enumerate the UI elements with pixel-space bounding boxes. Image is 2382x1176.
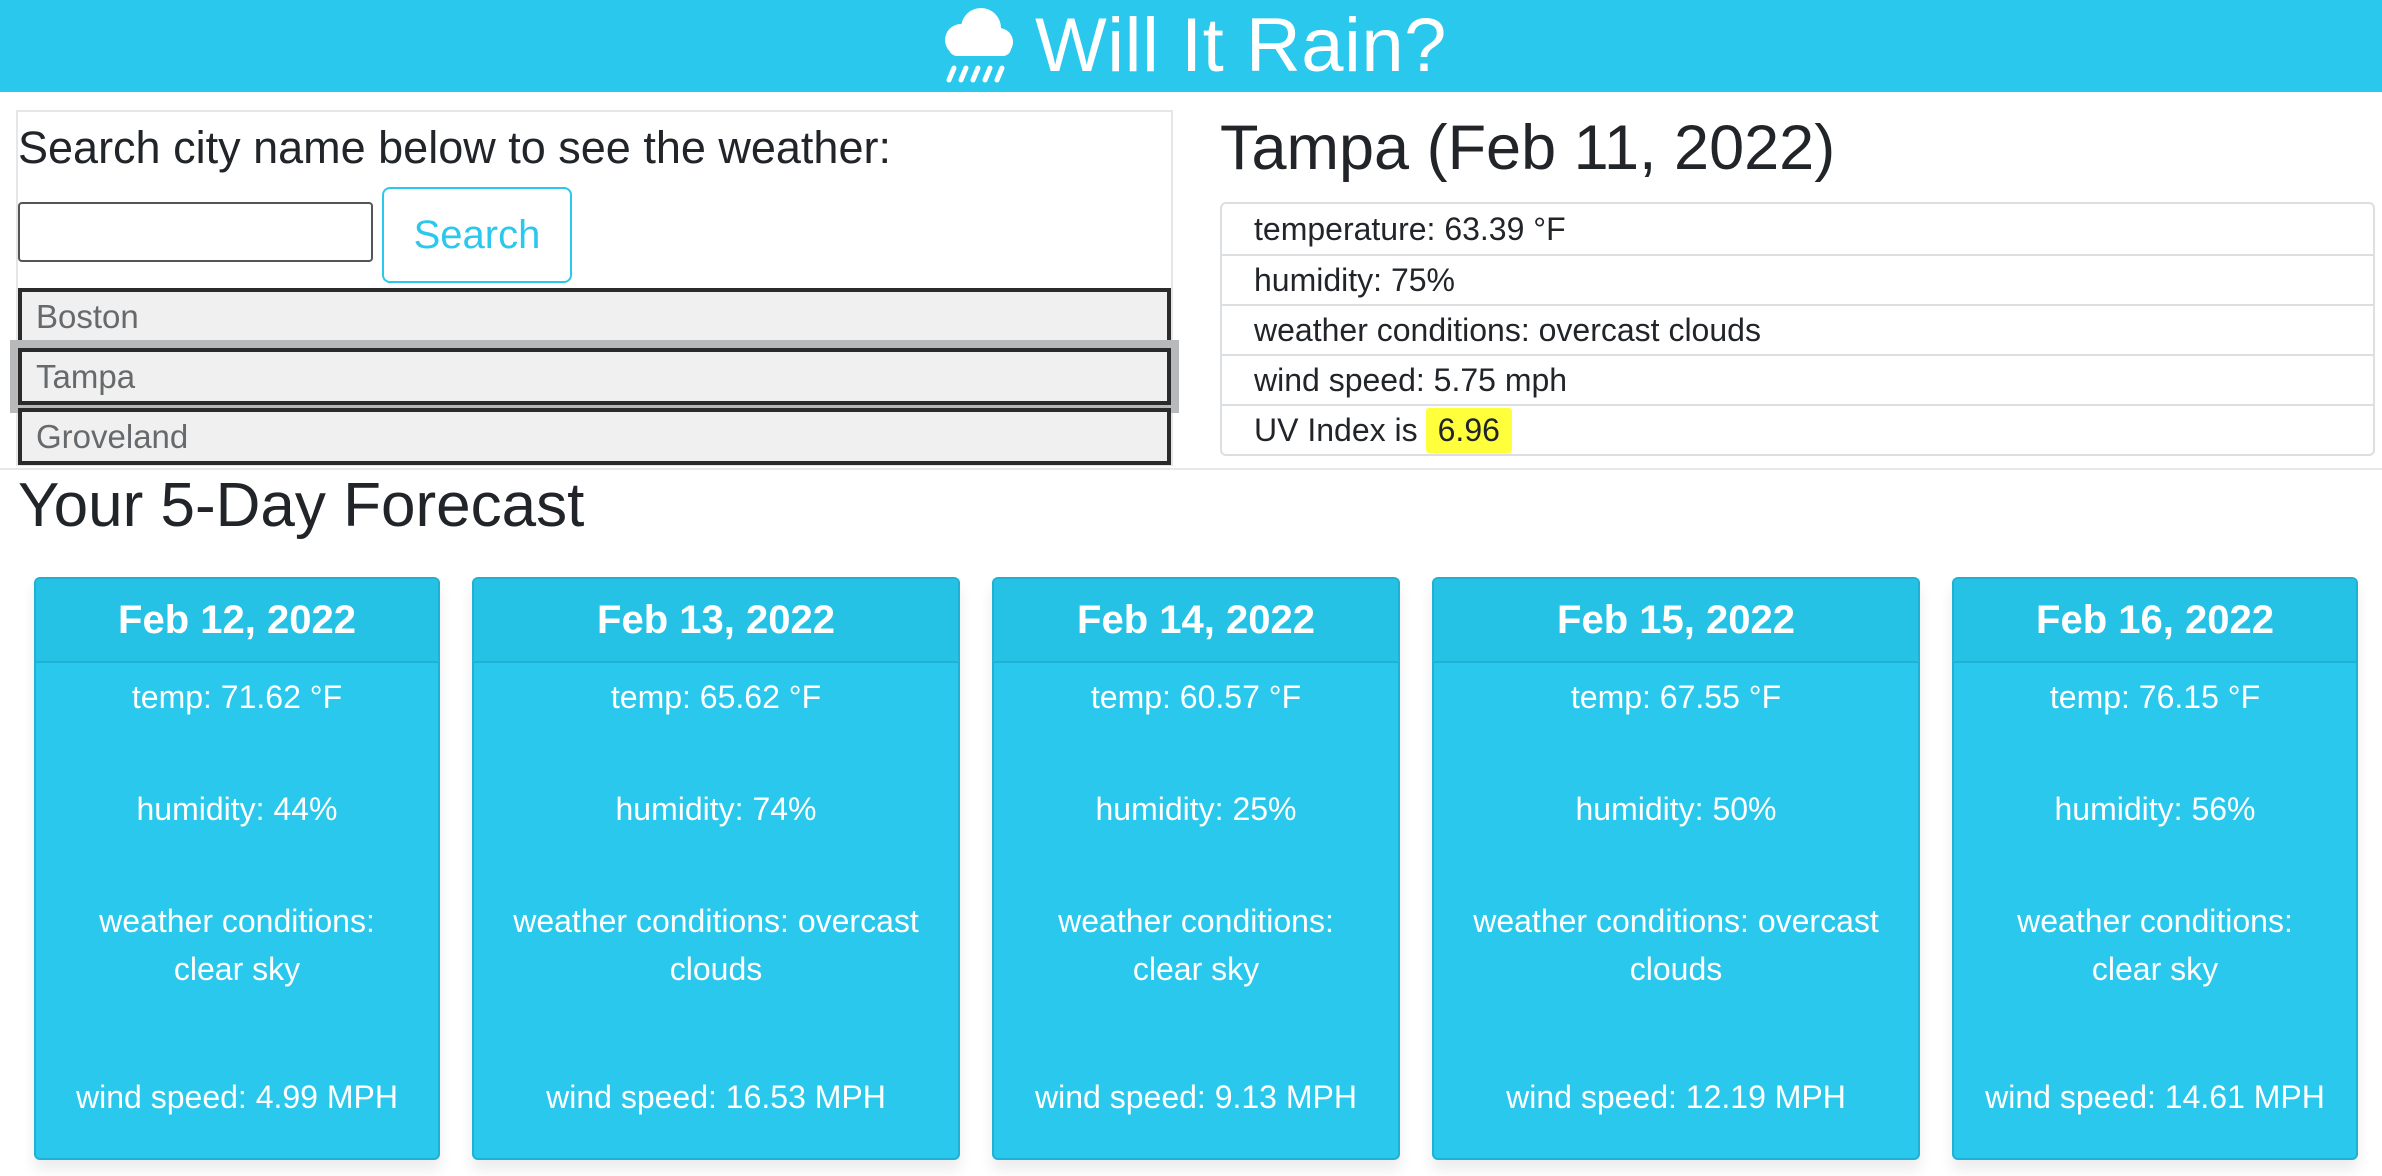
forecast-cards: Feb 12, 2022 temp: 71.62 °F humidity: 44… — [0, 577, 2382, 1162]
history-item-boston[interactable]: Boston — [18, 288, 1171, 345]
current-uv-row: UV Index is 6.96 — [1222, 404, 2373, 454]
forecast-card: Feb 16, 2022 temp: 76.15 °F humidity: 56… — [1952, 577, 2358, 1160]
current-wind-speed: wind speed: 5.75 mph — [1222, 354, 2373, 404]
uv-index-badge: 6.96 — [1425, 407, 1512, 453]
forecast-card: Feb 13, 2022 temp: 65.62 °F humidity: 74… — [472, 577, 960, 1160]
forecast-temp: temp: 76.15 °F — [2049, 679, 2261, 715]
forecast-conditions-line-2: clear sky — [173, 951, 301, 987]
history-item-groveland[interactable]: Groveland — [18, 408, 1171, 465]
history-item-tampa[interactable]: Tampa — [10, 340, 1179, 413]
search-input[interactable] — [18, 202, 373, 262]
forecast-conditions: weather conditions: overcast clouds — [1434, 897, 1918, 993]
search-heading: Search city name below to see the weathe… — [18, 122, 891, 173]
app-header: Will It Rain? — [0, 0, 2382, 92]
header-brand: Will It Rain? — [935, 2, 1447, 90]
forecast-temp: temp: 71.62 °F — [131, 679, 343, 715]
forecast-humidity: humidity: 25% — [1095, 791, 1297, 827]
forecast-card-body: temp: 67.55 °F humidity: 50% weather con… — [1434, 663, 1918, 1158]
forecast-temp: temp: 60.57 °F — [1090, 679, 1302, 715]
forecast-heading: Your 5-Day Forecast — [18, 471, 585, 540]
forecast-humidity: humidity: 44% — [136, 791, 338, 827]
forecast-conditions: weather conditions: overcast clouds — [474, 897, 958, 993]
forecast-wind-speed: wind speed: 12.19 MPH — [1506, 1079, 1846, 1115]
forecast-conditions: weather conditions: clear sky — [1954, 897, 2356, 993]
forecast-humidity: humidity: 74% — [615, 791, 817, 827]
forecast-conditions: weather conditions: clear sky — [994, 897, 1398, 993]
forecast-card-body: temp: 65.62 °F humidity: 74% weather con… — [474, 663, 958, 1158]
forecast-card: Feb 15, 2022 temp: 67.55 °F humidity: 50… — [1432, 577, 1920, 1160]
forecast-wind-speed: wind speed: 16.53 MPH — [546, 1079, 886, 1115]
app-title: Will It Rain? — [1035, 3, 1447, 88]
forecast-date: Feb 15, 2022 — [1434, 579, 1918, 663]
search-panel: Search city name below to see the weathe… — [10, 110, 1179, 468]
uv-label: UV Index is — [1254, 411, 1418, 448]
forecast-conditions: weather conditions: clear sky — [36, 897, 438, 993]
forecast-conditions-line-2: clouds — [669, 951, 763, 987]
forecast-conditions-line-1: weather conditions: — [99, 903, 375, 939]
forecast-card: Feb 14, 2022 temp: 60.57 °F humidity: 25… — [992, 577, 1400, 1160]
current-conditions: weather conditions: overcast clouds — [1222, 304, 2373, 354]
current-temperature: temperature: 63.39 °F — [1254, 210, 1566, 247]
forecast-date: Feb 12, 2022 — [36, 579, 438, 663]
forecast-conditions-line-1: weather conditions: — [1058, 903, 1334, 939]
forecast-conditions-line-1: weather conditions: overcast — [513, 903, 919, 939]
search-history-list: Boston Tampa Groveland — [10, 288, 1179, 468]
forecast-conditions-line-1: weather conditions: overcast — [1473, 903, 1879, 939]
forecast-conditions-line-1: weather conditions: — [2017, 903, 2293, 939]
forecast-date: Feb 16, 2022 — [1954, 579, 2356, 663]
forecast-temp: temp: 65.62 °F — [610, 679, 822, 715]
search-button[interactable]: Search — [382, 187, 572, 283]
current-weather-list: temperature: 63.39 °F humidity: 75% weat… — [1220, 202, 2375, 456]
cloud-rain-icon — [945, 8, 1014, 83]
forecast-conditions-line-2: clouds — [1629, 951, 1723, 987]
forecast-humidity: humidity: 56% — [2054, 791, 2256, 827]
forecast-wind-speed: wind speed: 9.13 MPH — [1035, 1079, 1357, 1115]
forecast-card-body: temp: 71.62 °F humidity: 44% weather con… — [36, 663, 438, 1158]
forecast-card-body: temp: 76.15 °F humidity: 56% weather con… — [1954, 663, 2356, 1158]
forecast-temp: temp: 67.55 °F — [1570, 679, 1782, 715]
forecast-wind-speed: wind speed: 4.99 MPH — [76, 1079, 398, 1115]
forecast-conditions-line-2: clear sky — [2091, 951, 2219, 987]
forecast-card: Feb 12, 2022 temp: 71.62 °F humidity: 44… — [34, 577, 440, 1160]
forecast-card-body: temp: 60.57 °F humidity: 25% weather con… — [994, 663, 1398, 1158]
current-city-title: Tampa (Feb 11, 2022) — [1220, 113, 1836, 183]
forecast-date: Feb 13, 2022 — [474, 579, 958, 663]
forecast-humidity: humidity: 50% — [1575, 791, 1777, 827]
forecast-wind-speed: wind speed: 14.61 MPH — [1985, 1079, 2325, 1115]
forecast-conditions-line-2: clear sky — [1132, 951, 1260, 987]
current-humidity: humidity: 75% — [1222, 254, 2373, 304]
forecast-date: Feb 14, 2022 — [994, 579, 1398, 663]
